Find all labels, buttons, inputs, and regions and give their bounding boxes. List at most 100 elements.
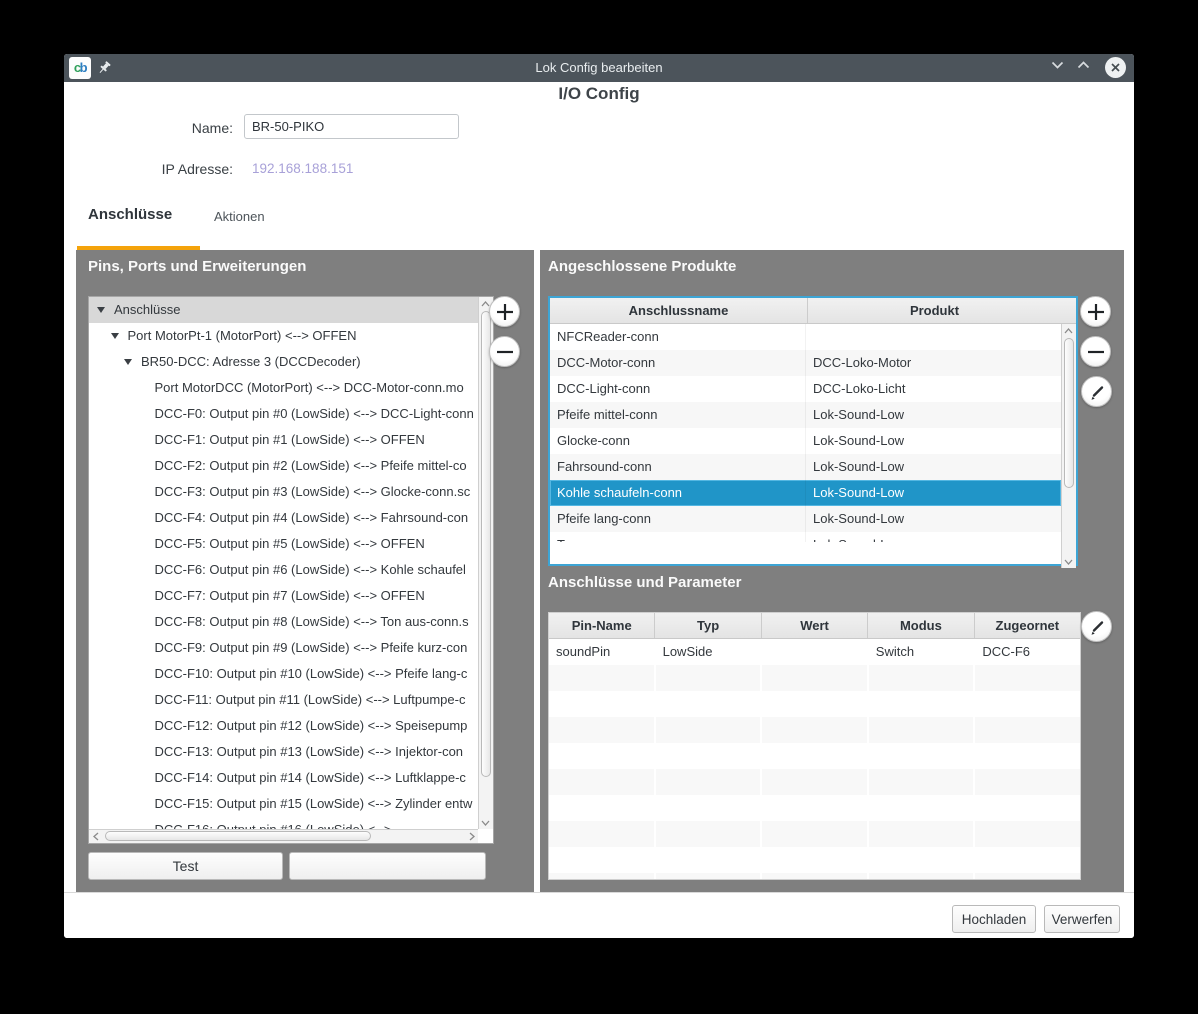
param-cell: LowSide [656,639,763,665]
tree-item[interactable]: DCC-F14: Output pin #14 (LowSide) <--> L… [89,765,478,791]
tree-expander-icon[interactable] [111,333,119,339]
tree-item[interactable]: DCC-F16: Output pin #16 (LowSide) <--> [89,817,478,829]
param-cell [975,665,1080,691]
param-row[interactable]: soundPinLowSideSwitchDCC-F6 [549,639,1080,665]
ip-value: 192.168.188.151 [252,161,353,176]
upload-button[interactable]: Hochladen [952,905,1036,933]
tree-add-button[interactable] [489,296,520,327]
products-vscroll-thumb[interactable] [1064,338,1074,488]
product-cell-produkt: DCC-Loko-Licht [806,376,1059,402]
col-typ[interactable]: Typ [655,613,761,638]
pencil-icon [1087,617,1107,637]
tree-item[interactable]: DCC-F1: Output pin #1 (LowSide) <--> OFF… [89,427,478,453]
tree-item[interactable]: DCC-F11: Output pin #11 (LowSide) <--> L… [89,687,478,713]
product-add-button[interactable] [1080,296,1111,327]
tree-item-label: DCC-F1: Output pin #1 (LowSide) <--> OFF… [155,427,425,453]
product-remove-button[interactable] [1080,336,1111,367]
product-row[interactable]: Ton aus-connLok-Sound-Low [550,532,1061,542]
param-row-empty[interactable] [549,691,1080,717]
scroll-right-icon[interactable] [465,830,478,843]
products-panel-title: Angeschlossene Produkte [548,258,736,275]
products-vertical-scrollbar[interactable] [1061,324,1076,568]
discard-button[interactable]: Verwerfen [1044,905,1120,933]
tree-item[interactable]: Anschlüsse [89,297,478,323]
tree-item[interactable]: DCC-F9: Output pin #9 (LowSide) <--> Pfe… [89,635,478,661]
product-cell-anschlussname: Kohle schaufeln-conn [550,480,806,506]
param-cell [549,795,656,821]
scroll-down-icon[interactable] [479,816,492,829]
scroll-left-icon[interactable] [89,830,102,843]
col-modus[interactable]: Modus [868,613,974,638]
tree-item[interactable]: DCC-F7: Output pin #7 (LowSide) <--> OFF… [89,583,478,609]
tree-item[interactable]: DCC-F15: Output pin #15 (LowSide) <--> Z… [89,791,478,817]
tree-item[interactable]: DCC-F3: Output pin #3 (LowSide) <--> Glo… [89,479,478,505]
product-cell-produkt: DCC-Loko-Motor [806,350,1059,376]
tree-item[interactable]: Port MotorPt-1 (MotorPort) <--> OFFEN [89,323,478,349]
tree-hscroll-thumb[interactable] [105,831,371,841]
product-row[interactable]: DCC-Light-connDCC-Loko-Licht [550,376,1061,402]
tree-item-label: BR50-DCC: Adresse 3 (DCCDecoder) [141,349,361,375]
tree-vertical-scrollbar[interactable] [478,297,493,829]
tree-horizontal-scrollbar[interactable] [89,829,478,843]
product-row[interactable]: Glocke-connLok-Sound-Low [550,428,1061,454]
scroll-up-icon[interactable] [1062,324,1075,337]
tree-vscroll-thumb[interactable] [481,311,491,777]
tab-aktionen[interactable]: Aktionen [214,209,265,224]
tree-item[interactable]: BR50-DCC: Adresse 3 (DCCDecoder) [89,349,478,375]
col-zugeornet[interactable]: Zugeornet [975,613,1080,638]
tree-item[interactable]: DCC-F13: Output pin #13 (LowSide) <--> I… [89,739,478,765]
product-row[interactable]: Pfeife mittel-connLok-Sound-Low [550,402,1061,428]
col-anschlussname[interactable]: Anschlussname [550,298,808,323]
product-row[interactable]: Fahrsound-connLok-Sound-Low [550,454,1061,480]
product-row[interactable]: NFCReader-conn [550,324,1061,350]
col-pin-name[interactable]: Pin-Name [549,613,655,638]
name-input[interactable] [244,114,459,139]
tree-item[interactable]: DCC-F5: Output pin #5 (LowSide) <--> OFF… [89,531,478,557]
param-row-empty[interactable] [549,769,1080,795]
param-cell [762,847,869,873]
param-cell [869,743,976,769]
param-row-empty[interactable] [549,821,1080,847]
product-row[interactable]: Kohle schaufeln-connLok-Sound-Low [550,480,1061,506]
tree-item[interactable]: DCC-F0: Output pin #0 (LowSide) <--> DCC… [89,401,478,427]
minimize-icon[interactable] [1051,61,1068,75]
tree-item-label: Port MotorDCC (MotorPort) <--> DCC-Motor… [155,375,464,401]
secondary-button[interactable] [289,852,486,880]
param-cell [975,717,1080,743]
close-icon[interactable] [1105,57,1126,78]
tree-item[interactable]: Port MotorDCC (MotorPort) <--> DCC-Motor… [89,375,478,401]
test-button[interactable]: Test [88,852,283,880]
tree-item[interactable]: DCC-F2: Output pin #2 (LowSide) <--> Pfe… [89,453,478,479]
param-cell: DCC-F6 [975,639,1080,665]
col-produkt[interactable]: Produkt [808,298,1061,323]
tree-item[interactable]: DCC-F10: Output pin #10 (LowSide) <--> P… [89,661,478,687]
tree-expander-icon[interactable] [97,307,105,313]
tree-remove-button[interactable] [489,336,520,367]
product-edit-button[interactable] [1081,376,1112,407]
tree-item[interactable]: DCC-F4: Output pin #4 (LowSide) <--> Fah… [89,505,478,531]
param-row-empty[interactable] [549,795,1080,821]
tree-item-label: DCC-F11: Output pin #11 (LowSide) <--> L… [155,687,466,713]
params-rows: soundPinLowSideSwitchDCC-F6 [549,639,1080,879]
tree-item[interactable]: DCC-F8: Output pin #8 (LowSide) <--> Ton… [89,609,478,635]
param-row-empty[interactable] [549,873,1080,879]
maximize-icon[interactable] [1077,61,1094,75]
tab-anschluesse[interactable]: Anschlüsse [88,206,172,223]
tree-expander-icon[interactable] [124,359,132,365]
param-row-empty[interactable] [549,717,1080,743]
param-row-empty[interactable] [549,665,1080,691]
product-row[interactable]: DCC-Motor-connDCC-Loko-Motor [550,350,1061,376]
param-edit-button[interactable] [1081,611,1112,642]
tree-item[interactable]: DCC-F6: Output pin #6 (LowSide) <--> Koh… [89,557,478,583]
scroll-down-icon[interactable] [1062,555,1075,568]
param-cell [762,691,869,717]
tree-item[interactable]: DCC-F12: Output pin #12 (LowSide) <--> S… [89,713,478,739]
param-cell [549,821,656,847]
tree-item-label: DCC-F13: Output pin #13 (LowSide) <--> I… [155,739,464,765]
product-row[interactable]: Pfeife lang-connLok-Sound-Low [550,506,1061,532]
param-row-empty[interactable] [549,743,1080,769]
param-row-empty[interactable] [549,847,1080,873]
param-cell [549,743,656,769]
col-wert[interactable]: Wert [762,613,868,638]
param-cell [656,873,763,879]
